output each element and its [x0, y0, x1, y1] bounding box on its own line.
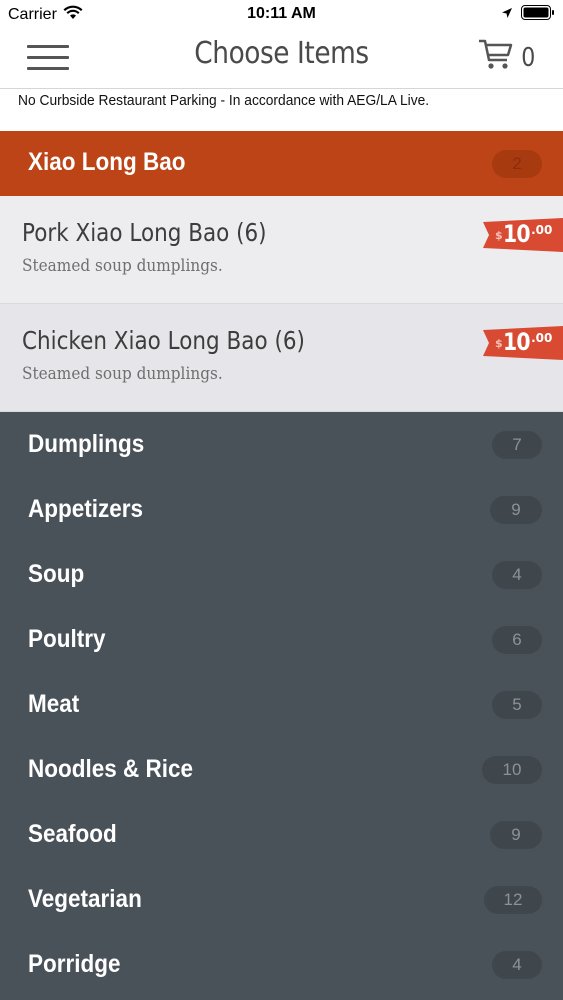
category-row-porridge[interactable]: Porridge 4 [0, 933, 563, 1000]
price-currency: $ [495, 337, 503, 350]
category-name: Appetizers [28, 495, 144, 523]
menu-item-pork-xiao-long-bao[interactable]: Pork Xiao Long Bao (6) Steamed soup dump… [0, 196, 563, 304]
status-right [501, 5, 555, 25]
item-name: Pork Xiao Long Bao (6) [22, 218, 267, 247]
menu-item-chicken-xiao-long-bao[interactable]: Chicken Xiao Long Bao (6) Steamed soup d… [0, 304, 563, 412]
item-description: Steamed soup dumplings. [22, 364, 223, 384]
category-row-meat[interactable]: Meat 5 [0, 673, 563, 739]
location-icon [501, 6, 513, 24]
category-name: Meat [28, 690, 80, 718]
category-row-poultry[interactable]: Poultry 6 [0, 608, 563, 674]
nav-bar: Choose Items 0 [0, 30, 563, 89]
battery-icon [521, 5, 555, 25]
category-name: Dumplings [28, 430, 145, 458]
category-row-vegetarian[interactable]: Vegetarian 12 [0, 868, 563, 934]
page-title: Choose Items [194, 36, 369, 71]
category-count-badge: 4 [492, 951, 542, 979]
category-name: Poultry [28, 625, 106, 653]
status-bar: Carrier 10:11 AM [0, 0, 563, 30]
category-count-badge: 4 [492, 561, 542, 589]
category-count-badge: 9 [490, 821, 542, 849]
category-name: Porridge [28, 950, 121, 978]
cart-count: 0 [521, 42, 536, 73]
price-value: 10 [502, 220, 531, 248]
category-count-badge: 12 [484, 886, 542, 914]
category-count-badge: 2 [492, 150, 542, 178]
category-count-badge: 5 [492, 691, 542, 719]
category-count-badge: 9 [490, 496, 542, 524]
price-value: 10 [502, 328, 531, 356]
notice-text: No Curbside Restaurant Parking - In acco… [18, 92, 430, 109]
category-name: Noodles & Rice [28, 755, 194, 783]
category-row-soup[interactable]: Soup 4 [0, 543, 563, 609]
category-name: Soup [28, 560, 85, 588]
cart-icon [478, 38, 514, 77]
category-row-appetizers[interactable]: Appetizers 9 [0, 478, 563, 544]
category-row-seafood[interactable]: Seafood 9 [0, 803, 563, 869]
price-cents: .00 [531, 331, 553, 345]
item-description: Steamed soup dumplings. [22, 256, 223, 276]
category-count-badge: 10 [482, 756, 542, 784]
category-name: Seafood [28, 820, 117, 848]
category-count-badge: 7 [492, 431, 542, 459]
price-currency: $ [495, 229, 503, 242]
category-row-noodles-rice[interactable]: Noodles & Rice 10 [0, 738, 563, 804]
price-tag: $ 10 .00 [483, 218, 563, 252]
category-name: Vegetarian [28, 885, 142, 913]
category-count-badge: 6 [492, 626, 542, 654]
category-header-xiao-long-bao[interactable]: Xiao Long Bao 2 [0, 131, 563, 196]
category-row-dumplings[interactable]: Dumplings 7 [0, 413, 563, 479]
item-name: Chicken Xiao Long Bao (6) [22, 326, 305, 355]
category-name: Xiao Long Bao [28, 148, 186, 176]
cart-button[interactable]: 0 [478, 38, 537, 77]
parking-notice: No Curbside Restaurant Parking - In acco… [0, 89, 563, 132]
price-cents: .00 [531, 223, 553, 237]
status-time: 10:11 AM [247, 5, 316, 22]
price-tag: $ 10 .00 [483, 326, 563, 360]
